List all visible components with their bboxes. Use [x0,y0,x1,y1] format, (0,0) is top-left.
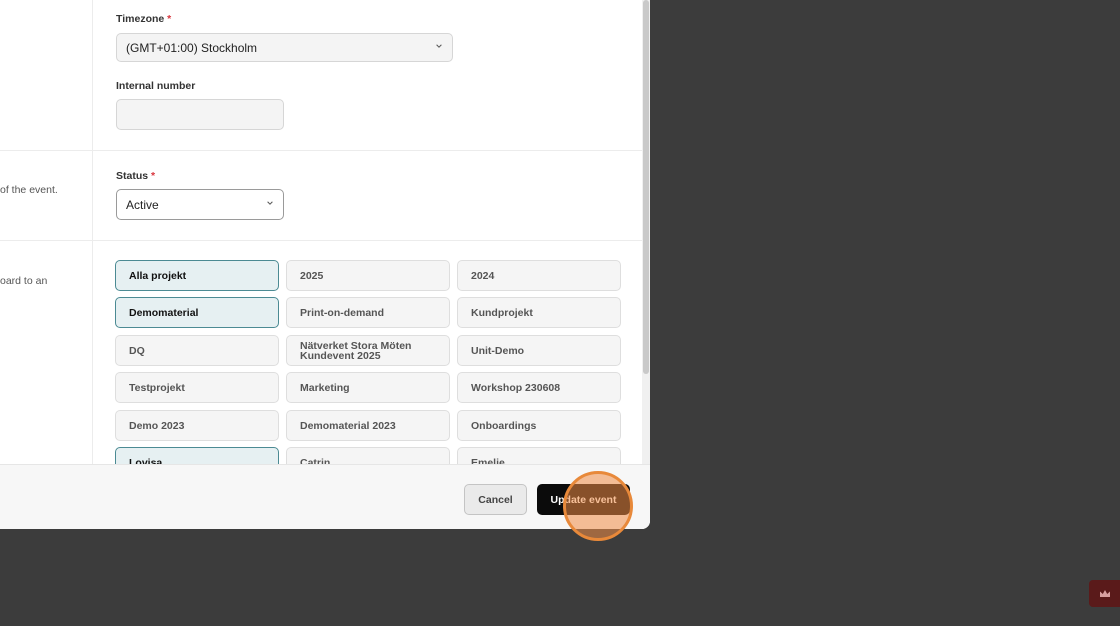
project-tag[interactable]: Kundprojekt [457,297,621,328]
project-tag-label: Nätverket Stora Möten Kundevent 2025 [300,339,412,362]
scrollbar-thumb[interactable] [643,0,649,374]
project-tag-label: 2024 [471,269,495,282]
help-widget-button[interactable] [1089,580,1120,607]
internal-number-input[interactable] [116,99,284,130]
project-tag[interactable]: Print-on-demand [286,297,450,328]
project-tag[interactable]: 2024 [457,260,621,291]
form-footer: Cancel Update event [0,464,650,529]
status-description: of the event. [0,184,58,196]
project-tag[interactable]: Marketing [286,372,450,403]
project-tag-label: Onboardings [471,419,537,432]
edit-event-panel: Timezone * (GMT+01:00) Stockholm Interna… [0,0,650,529]
project-tag-label: Demomaterial [129,306,199,319]
section-divider [0,240,642,241]
cancel-button[interactable]: Cancel [464,484,527,515]
project-tag-label: Alla projekt [129,269,187,282]
project-tag-label: DQ [129,344,145,357]
internal-number-label-text: Internal number [116,80,196,92]
project-tag-label: Marketing [300,381,350,394]
project-tag-label: Demo 2023 [129,419,185,432]
chevron-down-icon [436,43,442,48]
project-tag-label: Unit-Demo [471,344,525,357]
timezone-value: (GMT+01:00) Stockholm [126,40,258,55]
project-tag[interactable]: Catrin [286,447,450,464]
project-tag[interactable]: Demomaterial [115,297,279,328]
project-tag[interactable]: Testprojekt [115,372,279,403]
project-tag[interactable]: Emelie [457,447,621,464]
project-tag[interactable]: Demomaterial 2023 [286,410,450,441]
timezone-label: Timezone * [116,13,171,25]
section-description-column [0,0,93,464]
project-tag[interactable]: 2025 [286,260,450,291]
project-tag[interactable]: Lovisa [115,447,279,464]
project-tag-label: Demomaterial 2023 [300,419,396,432]
project-tag-label: Kundprojekt [471,306,533,319]
status-select[interactable]: Active [116,189,284,220]
form-scroll-area[interactable]: Timezone * (GMT+01:00) Stockholm Interna… [0,0,642,464]
required-mark: * [151,170,156,182]
project-tag-label: 2025 [300,269,324,282]
required-mark: * [167,13,172,25]
status-value: Active [126,197,159,212]
timezone-select[interactable]: (GMT+01:00) Stockholm [116,33,453,62]
project-tag[interactable]: Workshop 230608 [457,372,621,403]
project-tag[interactable]: Nätverket Stora Möten Kundevent 2025 [286,335,450,366]
update-event-button[interactable]: Update event [537,484,630,515]
project-tag-label: Print-on-demand [300,306,384,319]
project-tag[interactable]: Unit-Demo [457,335,621,366]
project-tag[interactable]: DQ [115,335,279,366]
timezone-label-text: Timezone [116,13,165,25]
status-label: Status * [116,170,155,182]
section-divider [0,150,642,151]
vertical-scrollbar[interactable] [642,0,650,464]
status-label-text: Status [116,170,149,182]
project-tag-label: Testprojekt [129,381,185,394]
project-tag[interactable]: Alla projekt [115,260,279,291]
chevron-down-icon [267,200,273,205]
project-tag-label: Workshop 230608 [471,381,561,394]
project-tag[interactable]: Demo 2023 [115,410,279,441]
internal-number-label: Internal number [116,80,195,92]
crown-icon [1099,589,1110,597]
project-tag[interactable]: Onboardings [457,410,621,441]
projects-description: oard to an [0,275,48,287]
